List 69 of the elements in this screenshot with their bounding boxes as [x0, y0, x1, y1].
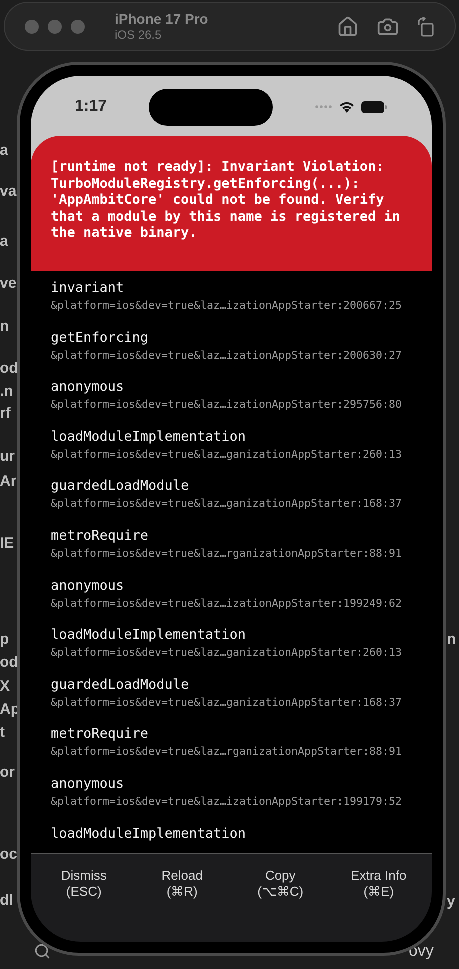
frame-name: guardedLoadModule: [51, 676, 190, 694]
frame-name: anonymous: [51, 774, 126, 793]
background-text: or: [0, 763, 15, 783]
background-text: rf: [0, 404, 11, 424]
background-text: p: [0, 630, 10, 650]
action-button[interactable]: Reload (⌘R): [133, 868, 232, 904]
rotate-icon[interactable]: [417, 16, 435, 36]
stack-frame[interactable]: anonymous &platform=ios&dev=true&laz…izationAppStarter:199249:62: [51, 576, 432, 626]
background-text: a: [0, 232, 8, 252]
background-text: n: [0, 317, 10, 337]
background-text: dl: [0, 891, 14, 911]
frame-name: loadModuleImplementation: [51, 626, 248, 644]
frame-location: &platform=ios&dev=true&laz…rganizationAppStarter:88:91: [51, 546, 404, 561]
frame-location: &platform=ios&dev=true&laz…ganizationAppStarter:260:13: [51, 645, 404, 660]
frame-name: anonymous: [51, 378, 126, 396]
signal-icon: [315, 105, 333, 109]
error-message: [runtime not ready]: Invariant Violation: TurboModuleRegistry.getEnforcing(...): 'AppAmbitCore' could not be found. Verify that a module by this name is registered in the native binary.: [51, 159, 401, 242]
stack-frame[interactable]: loadModuleImplementation &platform=ios&dev=true&laz…ganizationAppStarter:260:13: [51, 626, 432, 676]
frame-name: loadModuleImplementation: [51, 428, 248, 446]
frame-location: &platform=ios&dev=true&laz…izationAppStarter:199179:52: [51, 794, 404, 809]
frame-name: guardedLoadModule: [51, 477, 190, 496]
battery-icon: [361, 100, 388, 114]
background-text: a: [0, 141, 8, 161]
frame-name: metroRequire: [51, 725, 150, 744]
window-subtitle: iOS 26.5: [115, 26, 163, 42]
frame-location: &platform=ios&dev=true&laz…izationAppStarter:295756:80: [51, 397, 404, 412]
frame-name: getEnforcing: [51, 328, 150, 347]
stack-frame[interactable]: anonymous &platform=ios&dev=true&laz…izationAppStarter:295756:80: [51, 378, 432, 428]
frame-location: &platform=ios&dev=true&laz…ganizationAppStarter:168:37: [51, 496, 404, 512]
frame-location: &platform=ios&dev=true&laz…ganizationAppStarter:168:37: [51, 694, 404, 710]
frame-location: &platform=ios&dev=true&laz…izationAppStarter:200630:27: [51, 348, 404, 363]
background-text: t: [0, 723, 5, 743]
background-text: va: [0, 182, 17, 202]
frame-location: &platform=ios&dev=true&laz…ganizationAppStarter:260:13: [51, 446, 404, 462]
frame-name: invariant: [51, 279, 126, 297]
frame-location: &platform=ios&dev=true&laz…izationAppStarter:200667:25: [51, 298, 404, 313]
home-icon[interactable]: [337, 16, 359, 38]
stack-frame[interactable]: loadModuleImplementation &platform=ios&dev=true&laz…ganizationAppStarter:260:13: [51, 428, 432, 478]
frame-name: loadModuleImplementation: [51, 824, 248, 843]
stack-frame[interactable]: guardedLoadModule &platform=ios&dev=true&laz…ganizationAppStarter:168:37: [51, 676, 432, 726]
stack-frame[interactable]: metroRequire &platform=ios&dev=true&laz…rganizationAppStarter:88:91: [51, 725, 432, 775]
action-button[interactable]: Dismiss (ESC): [35, 868, 134, 904]
wifi-icon: [339, 101, 355, 113]
background-text: od: [0, 653, 18, 673]
background-text: oc: [0, 845, 18, 865]
stack-frame[interactable]: getEnforcing &platform=ios&dev=true&laz…izationAppStarter:200630:27: [51, 328, 432, 378]
stack-frame[interactable]: metroRequire &platform=ios&dev=true&laz…rganizationAppStarter:88:91: [51, 526, 432, 577]
stack-frame[interactable]: invariant &platform=ios&dev=true&laz…izationAppStarter:200667:25: [51, 279, 432, 329]
stack-frame[interactable]: anonymous &platform=ios&dev=true&laz…izationAppStarter:199179:52: [51, 774, 432, 825]
background-text: IE: [0, 534, 14, 554]
frame-location: &platform=ios&dev=true&laz…izationAppStarter:199249:62: [51, 596, 404, 611]
stack-frame[interactable]: guardedLoadModule &platform=ios&dev=true&laz…ganizationAppStarter:168:37: [51, 477, 432, 527]
background-text: y: [447, 892, 456, 912]
background-text: X: [0, 677, 10, 697]
action-button[interactable]: Copy (⌥⌘C): [232, 868, 330, 904]
background-text: ur: [0, 447, 15, 467]
background-text: od: [0, 359, 18, 379]
window-title: iPhone 17 Pro: [115, 10, 208, 26]
action-button[interactable]: Extra Info (⌘E): [330, 868, 428, 904]
frame-name: metroRequire: [51, 526, 150, 545]
zoom-icon[interactable]: [34, 943, 51, 960]
background-text: Ar: [0, 472, 17, 492]
status-time: 1:17: [75, 97, 108, 117]
frame-name: anonymous: [51, 576, 126, 595]
background-text: .n: [0, 382, 14, 402]
background-text: ve: [0, 274, 17, 294]
stack-frame[interactable]: loadModuleImplementation: [51, 824, 432, 853]
background-text: n: [447, 630, 456, 650]
frame-location: &platform=ios&dev=true&laz…rganizationAppStarter:88:91: [51, 744, 404, 760]
